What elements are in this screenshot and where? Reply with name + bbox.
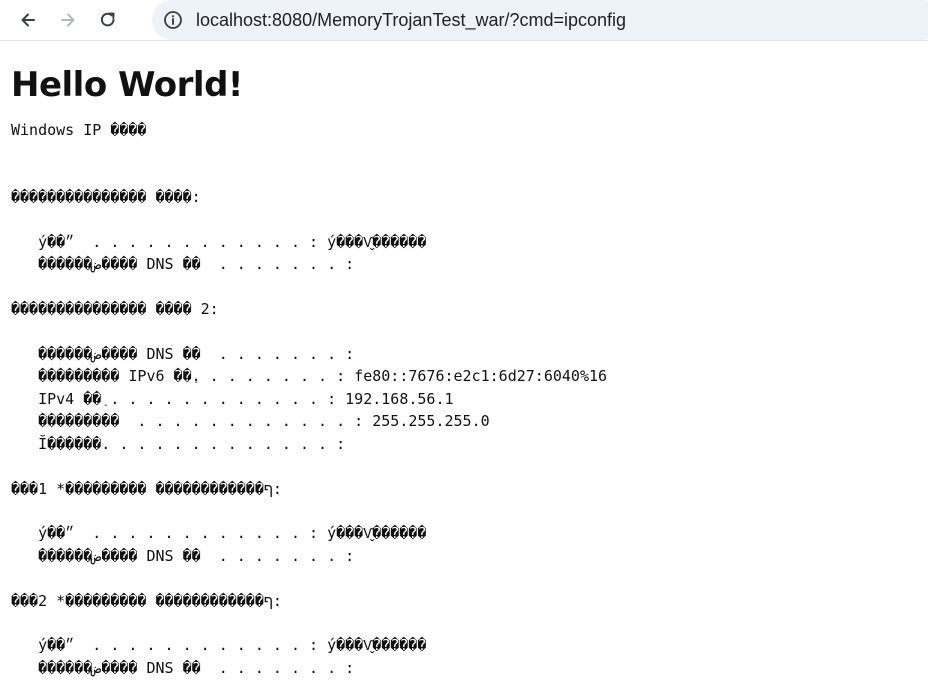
reload-button[interactable]: [91, 3, 125, 37]
reload-icon: [100, 12, 115, 27]
forward-arrow-icon: [61, 13, 75, 27]
site-info-icon[interactable]: [162, 9, 184, 31]
url-text[interactable]: localhost:8080/MemoryTrojanTest_war/?cmd…: [196, 10, 626, 31]
page-content: Hello World! Windows IP ���� �����������…: [0, 63, 928, 679]
back-button[interactable]: [11, 3, 45, 37]
back-arrow-icon: [21, 13, 35, 27]
address-bar[interactable]: localhost:8080/MemoryTrojanTest_war/?cmd…: [152, 0, 928, 40]
command-output: Windows IP ���� ��������������� ����: ý�…: [11, 121, 608, 677]
forward-button[interactable]: [51, 3, 85, 37]
browser-toolbar: localhost:8080/MemoryTrojanTest_war/?cmd…: [0, 0, 928, 41]
page-heading: Hello World!: [11, 65, 243, 105]
